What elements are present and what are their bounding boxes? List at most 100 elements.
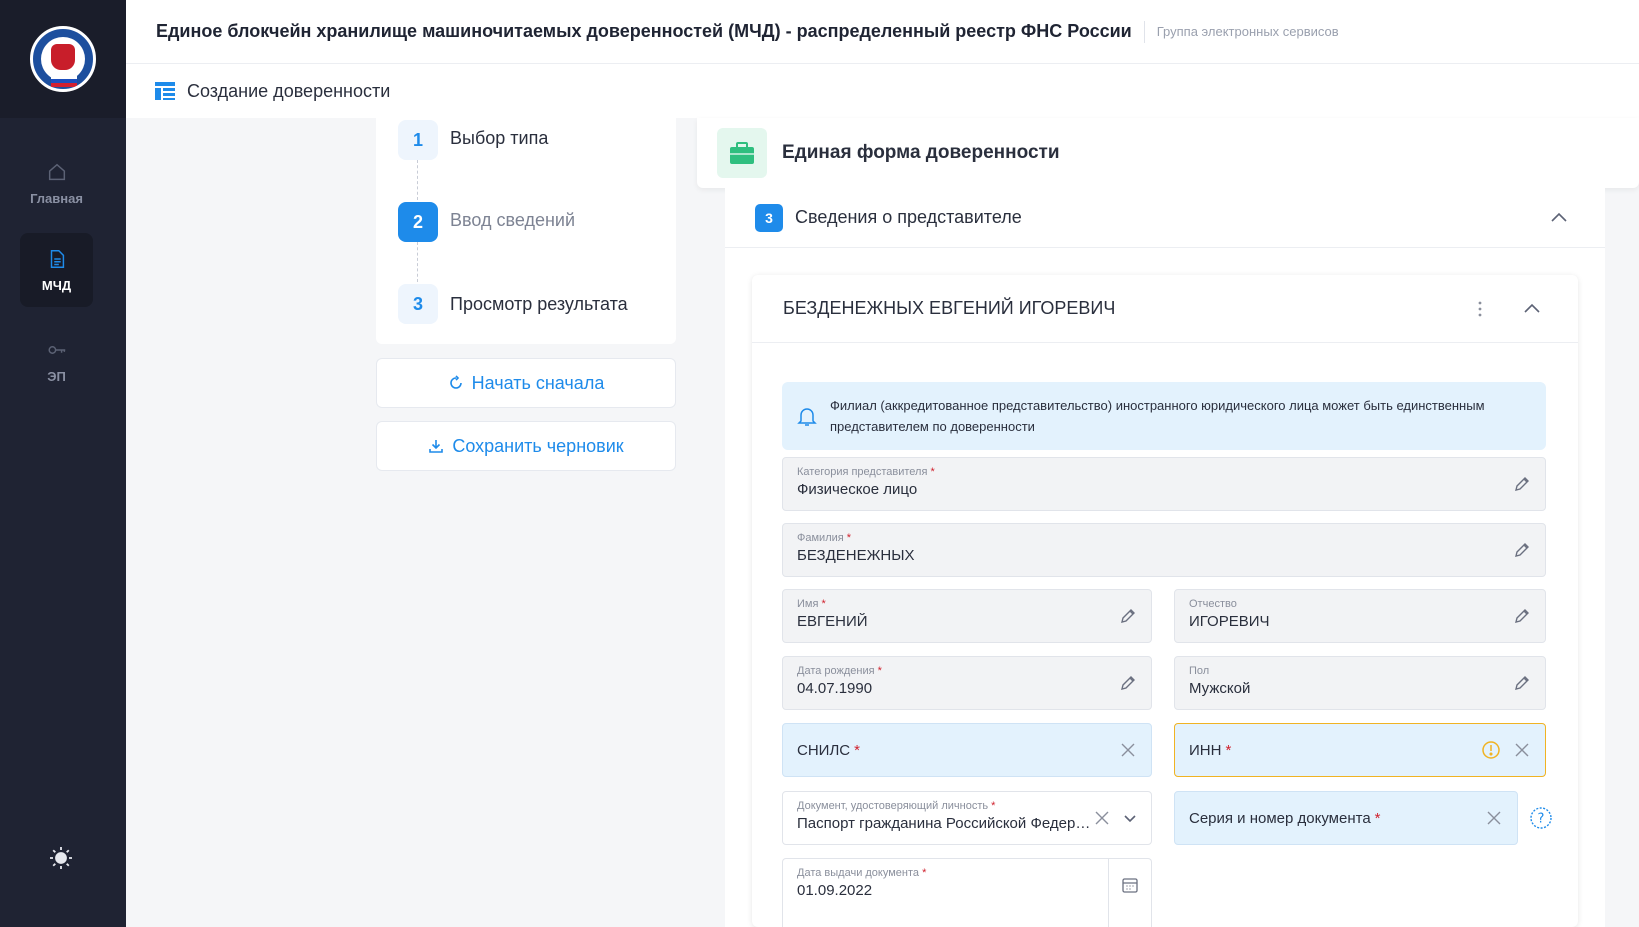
page-title: Создание доверенности [187,80,391,101]
section-header[interactable]: 3 Сведения о представителе [725,188,1605,248]
sidebar: Главная МЧД ЭП [0,0,126,927]
form-header: Единая форма доверенности [697,118,1639,188]
restart-button-label: Начать сначала [471,372,605,393]
required-mark: * [854,741,860,759]
birth-date-label: Дата рождения [797,665,875,677]
gender-value: Мужской [1189,680,1251,697]
patronymic-field[interactable]: Отчество ИГОРЕВИЧ [1174,589,1546,643]
patronymic-value: ИГОРЕВИЧ [1189,613,1270,630]
surname-field[interactable]: Фамилия * БЕЗДЕНЕЖНЫХ [782,523,1546,577]
pencil-icon[interactable] [1513,607,1531,625]
required-mark: * [877,665,882,677]
restart-button[interactable]: Начать сначала [376,358,676,408]
pencil-icon[interactable] [1119,674,1137,692]
sidebar-item-label: Главная [30,190,83,206]
pencil-icon[interactable] [1513,475,1531,493]
section-number-badge: 3 [755,203,783,232]
patronymic-label: Отчество [1189,598,1237,610]
snils-input[interactable]: СНИЛС * [782,723,1152,777]
chevron-up-icon[interactable] [1549,208,1569,228]
id-document-select[interactable]: Документ, удостоверяющий личность * Пасп… [782,791,1152,845]
category-field[interactable]: Категория представителя * Физическое лиц… [782,457,1546,511]
fns-logo[interactable] [30,26,96,92]
series-number-input[interactable]: Серия и номер документа * [1174,791,1518,845]
service-group-link[interactable]: Группа электронных сервисов [1157,24,1339,39]
close-icon[interactable] [1119,741,1137,759]
more-options-icon[interactable] [1470,299,1490,319]
chevron-up-icon[interactable] [1522,299,1542,319]
sidebar-item-ep[interactable]: ЭП [20,324,93,398]
form-title: Единая форма доверенности [782,142,1060,163]
svg-text:?: ? [1538,812,1545,827]
birth-date-value: 04.07.1990 [797,680,873,697]
sidebar-item-mchd[interactable]: МЧД [20,233,93,307]
birth-date-field[interactable]: Дата рождения * 04.07.1990 [782,656,1152,710]
calendar-icon[interactable] [1121,876,1139,894]
inn-input[interactable]: ИНН * [1174,723,1546,777]
first-name-value: ЕВГЕНИЙ [797,613,868,630]
issue-date-value: 01.09.2022 [797,882,873,899]
step-label: Просмотр результата [450,293,628,314]
category-label: Категория представителя [797,466,928,478]
required-mark: * [991,800,996,812]
download-icon [429,440,444,453]
form-icon-box [717,128,767,178]
required-mark: * [930,466,935,478]
clear-icon[interactable] [1093,809,1111,827]
issue-date-field[interactable]: Дата выдачи документа * 01.09.2022 [782,858,1152,927]
notice-text: Филиал (аккредитованное представительств… [830,398,1485,434]
sidebar-item-home[interactable]: Главная [20,146,93,220]
warning-icon [1482,741,1500,759]
first-name-field[interactable]: Имя * ЕВГЕНИЙ [782,589,1152,643]
required-mark: * [1225,741,1232,759]
logo-area [0,0,126,118]
briefcase-icon [730,142,754,164]
issue-date-label: Дата выдачи документа [797,867,920,879]
step-connector [417,242,418,282]
gender-label: Пол [1189,665,1210,677]
save-draft-button[interactable]: Сохранить черновик [376,421,676,471]
required-mark: * [846,532,852,544]
representative-name: БЕЗДЕНЕЖНЫХ ЕВГЕНИЙ ИГОРЕВИЧ [783,298,1116,318]
chevron-down-icon[interactable] [1121,809,1139,827]
close-icon[interactable] [1513,741,1531,759]
required-mark: * [1374,809,1381,827]
layout-icon [155,82,175,100]
representative-section: 3 Сведения о представителе БЕЗДЕНЕЖНЫХ Е… [725,188,1605,927]
step-connector [417,160,418,200]
step-1[interactable]: 1 Выбор типа [398,120,548,160]
save-draft-button-label: Сохранить черновик [452,435,624,456]
refresh-icon [449,375,462,389]
step-3[interactable]: 3 Просмотр результата [398,284,628,324]
key-icon [47,345,65,354]
step-2[interactable]: 2 Ввод сведений [398,202,575,242]
representative-card: БЕЗДЕНЕЖНЫХ ЕВГЕНИЙ ИГОРЕВИЧ Филиал (акк… [752,275,1578,927]
series-number-label: Серия и номер документа [1189,809,1371,827]
gender-field[interactable]: Пол Мужской [1174,656,1546,710]
document-icon [50,249,64,268]
required-mark: * [922,867,927,879]
inn-label: ИНН [1189,741,1222,759]
home-icon [48,163,65,180]
surname-label: Фамилия [797,532,844,544]
sidebar-item-label: ЭП [47,368,66,384]
sun-icon[interactable] [49,846,73,870]
app-title: Единое блокчейн хранилище машиночитаемых… [156,21,1132,41]
first-name-label: Имя [797,598,819,610]
section-title: Сведения о представителе [795,207,1022,227]
info-notice: Филиал (аккредитованное представительств… [782,382,1546,450]
close-icon[interactable] [1485,809,1503,827]
pencil-icon[interactable] [1513,541,1531,559]
step-number: 1 [398,120,438,160]
page-header: Создание доверенности [126,64,1639,118]
id-document-label: Документ, удостоверяющий личность [797,800,989,812]
help-icon[interactable]: ? [1529,806,1553,830]
sidebar-item-label: МЧД [41,277,72,293]
category-value: Физическое лицо [797,481,918,498]
step-number: 3 [398,284,438,324]
header-divider [1143,20,1145,43]
required-mark: * [821,598,826,610]
pencil-icon[interactable] [1513,674,1531,692]
pencil-icon[interactable] [1119,607,1137,625]
field-separator [1108,859,1109,927]
